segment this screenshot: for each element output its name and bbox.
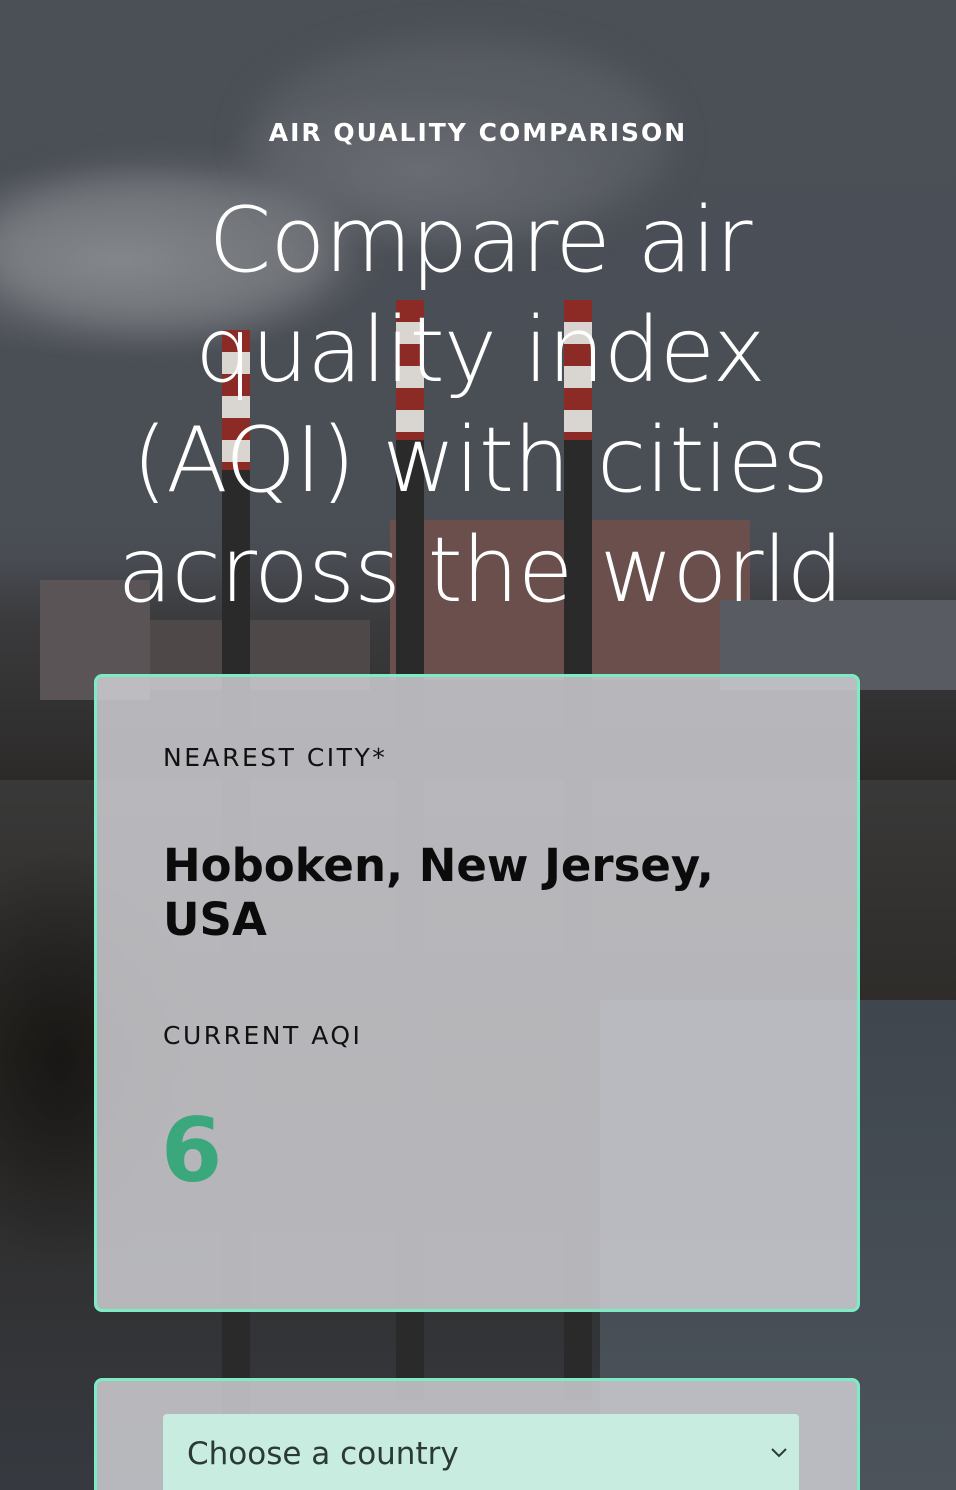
page-title: Compare air quality index (AQI) with cit… (117, 188, 843, 623)
section-eyebrow: AIR QUALITY COMPARISON (268, 118, 688, 147)
country-select-card: Choose a country (94, 1378, 860, 1490)
page-content: AIR QUALITY COMPARISON Compare air quali… (0, 0, 956, 1490)
current-aqi-value: 6 (161, 1099, 223, 1202)
nearest-city-label: NEAREST CITY* (163, 743, 388, 772)
nearest-city-value: Hoboken, New Jersey, USA (163, 839, 714, 946)
country-select[interactable]: Choose a country (163, 1414, 799, 1490)
nearest-city-card: NEAREST CITY* Hoboken, New Jersey, USA C… (94, 674, 860, 1312)
chevron-down-icon (771, 1448, 787, 1458)
country-select-value: Choose a country (187, 1436, 459, 1472)
current-aqi-label: CURRENT AQI (163, 1021, 363, 1050)
